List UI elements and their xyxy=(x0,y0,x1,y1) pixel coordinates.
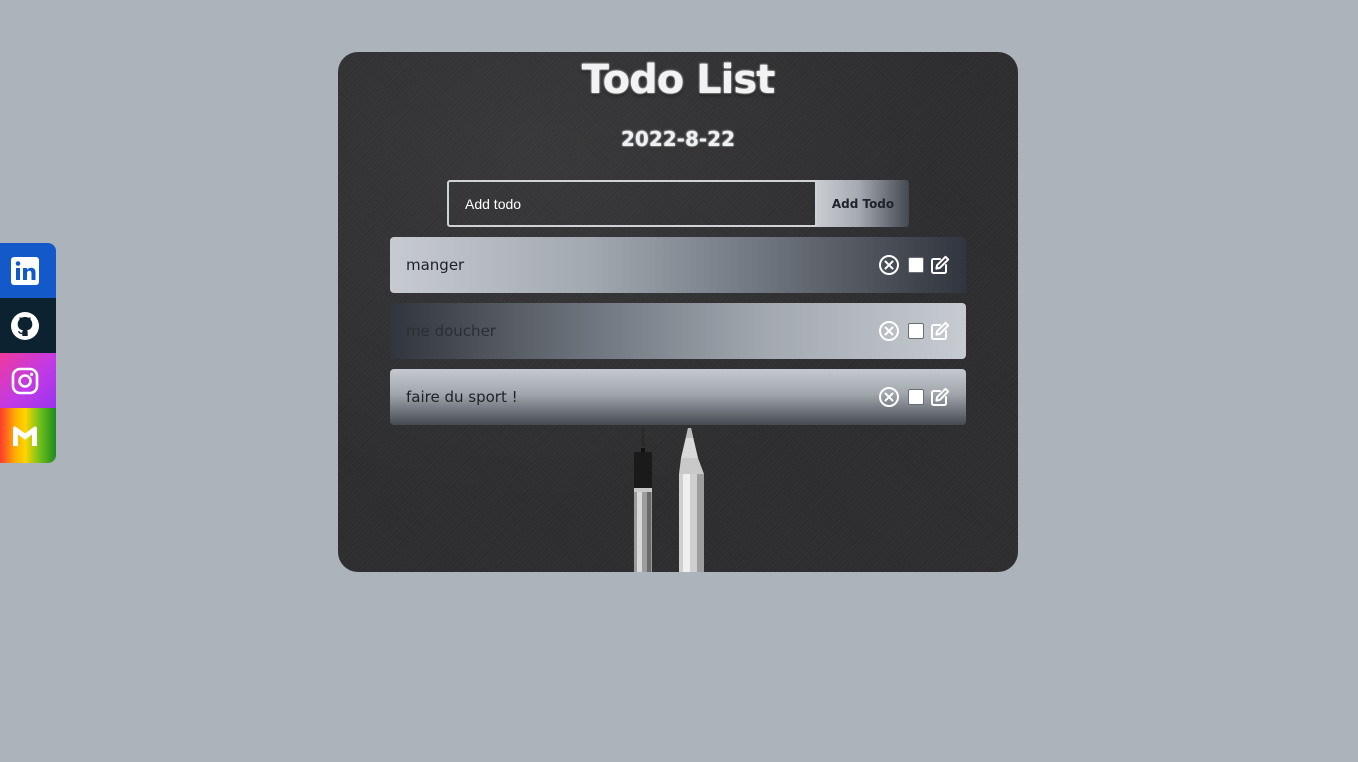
github-link[interactable] xyxy=(0,298,56,353)
add-todo-form: Add Todo xyxy=(447,180,909,227)
todo-text: faire du sport ! xyxy=(406,388,518,406)
edit-icon xyxy=(931,255,950,274)
instagram-link[interactable] xyxy=(0,353,56,408)
linkedin-link[interactable] xyxy=(0,243,56,298)
todo-actions xyxy=(878,254,950,276)
current-date: 2022-8-22 xyxy=(620,127,735,151)
close-circle-icon xyxy=(879,255,899,275)
github-icon xyxy=(11,311,39,340)
instagram-icon xyxy=(11,367,39,394)
page-title: Todo List xyxy=(581,57,776,103)
delete-todo-button[interactable] xyxy=(878,254,900,276)
todo-checkbox[interactable] xyxy=(908,389,924,405)
close-circle-icon xyxy=(879,387,899,407)
edit-todo-button[interactable] xyxy=(930,387,950,407)
todo-item: faire du sport ! xyxy=(390,369,966,425)
linkedin-icon xyxy=(11,256,39,285)
todo-text: manger xyxy=(406,256,465,274)
todo-item: manger xyxy=(390,237,966,293)
delete-todo-button[interactable] xyxy=(878,320,900,342)
edit-todo-button[interactable] xyxy=(930,255,950,275)
edit-todo-button[interactable] xyxy=(930,321,950,341)
todo-text: me doucher xyxy=(406,322,496,340)
delete-todo-button[interactable] xyxy=(878,386,900,408)
todo-card: Todo List 2022-8-22 Add Todo manger me xyxy=(338,52,1018,572)
todo-checkbox[interactable] xyxy=(908,323,924,339)
add-todo-button[interactable]: Add Todo xyxy=(817,180,909,227)
gmail-icon xyxy=(13,426,37,446)
gmail-link[interactable] xyxy=(0,408,56,463)
todo-checkbox[interactable] xyxy=(908,257,924,273)
pen-and-pencil-illustration xyxy=(634,428,704,572)
social-sidebar xyxy=(0,243,56,463)
todo-item: me doucher xyxy=(390,303,966,359)
add-todo-input[interactable] xyxy=(447,180,817,227)
todo-actions xyxy=(878,320,950,342)
edit-icon xyxy=(931,387,950,406)
todo-actions xyxy=(878,386,950,408)
close-circle-icon xyxy=(879,321,899,341)
edit-icon xyxy=(931,321,950,340)
